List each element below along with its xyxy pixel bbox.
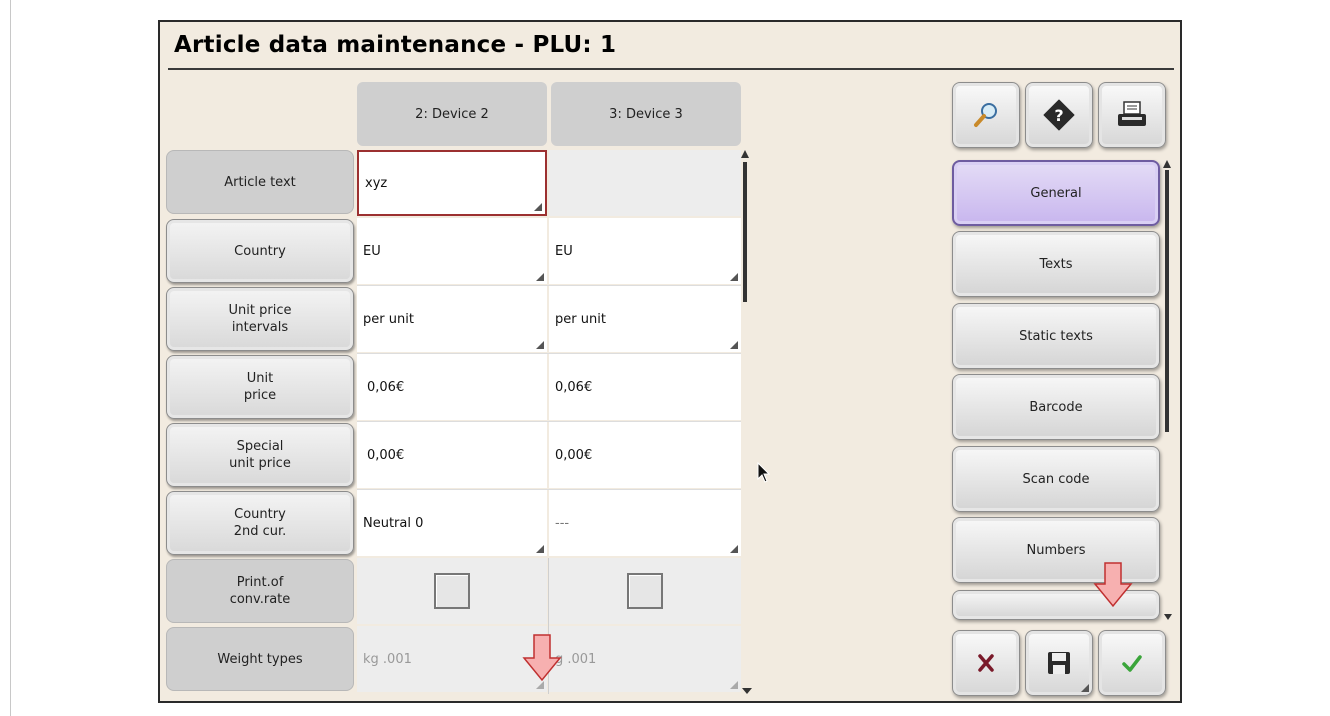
- column-header-device-3: 3: Device 3: [551, 82, 741, 146]
- row-separator: [357, 421, 741, 422]
- unit-price-input-device-3[interactable]: 0,06€: [549, 354, 741, 420]
- scroll-down-icon[interactable]: [742, 688, 752, 694]
- cell-value: xyz: [365, 175, 388, 191]
- country-select-device-2[interactable]: EU: [357, 218, 547, 284]
- weight-types-select-device-2[interactable]: kg .001: [357, 626, 547, 692]
- article-text-input-device-2[interactable]: xyz: [357, 150, 547, 216]
- cancel-icon: [978, 654, 994, 672]
- dropdown-corner-icon: [536, 545, 544, 553]
- row-separator: [357, 285, 741, 286]
- scroll-up-icon[interactable]: [741, 150, 749, 158]
- row-label-weight-types: Weight types: [166, 627, 354, 691]
- nav-static-texts[interactable]: Static texts: [952, 303, 1160, 369]
- help-button[interactable]: ?: [1025, 82, 1093, 148]
- scrollbar-thumb[interactable]: [743, 162, 747, 302]
- print-button[interactable]: [1098, 82, 1166, 148]
- title-divider: [168, 68, 1174, 70]
- row-label-article-text: Article text: [166, 150, 354, 214]
- cell-value: per unit: [363, 311, 414, 327]
- dropdown-corner-icon: [536, 273, 544, 281]
- row-separator: [357, 353, 741, 354]
- unit-price-intervals-select-device-2[interactable]: per unit: [357, 286, 547, 352]
- printer-icon: [1118, 101, 1146, 126]
- print-conv-rate-checkbox-device-3[interactable]: [627, 573, 663, 609]
- row-separator: [357, 489, 741, 490]
- print-conv-rate-cell-device-3: [549, 558, 741, 624]
- nav-barcode[interactable]: Barcode: [952, 374, 1160, 440]
- scroll-down-icon[interactable]: [1164, 614, 1172, 620]
- dropdown-corner-icon: [536, 341, 544, 349]
- dropdown-corner-icon: [730, 341, 738, 349]
- nav-scroll-hint-arrow-icon: [1093, 562, 1133, 608]
- row-label-print-conv-rate: Print.of conv.rate: [166, 559, 354, 623]
- grid-scrollbar[interactable]: [741, 150, 752, 696]
- row-label-country-2nd-currency[interactable]: Country 2nd cur.: [166, 491, 354, 555]
- cell-value: kg .001: [363, 651, 412, 667]
- special-unit-price-input-device-2[interactable]: 0,00€: [357, 422, 547, 488]
- nav-texts[interactable]: Texts: [952, 231, 1160, 297]
- search-icon: [974, 103, 997, 127]
- save-icon: [1048, 652, 1070, 674]
- print-conv-rate-checkbox-device-2[interactable]: [434, 573, 470, 609]
- country-2nd-cur-select-device-3[interactable]: ---: [549, 490, 741, 556]
- cell-value: 0,06€: [555, 379, 593, 395]
- nav-scrollbar[interactable]: [1163, 160, 1172, 622]
- dropdown-corner-icon: [534, 203, 542, 211]
- dropdown-corner-icon: [730, 681, 738, 689]
- cell-value: 0,06€: [367, 379, 405, 395]
- dropdown-corner-icon: [1081, 684, 1089, 692]
- row-label-country[interactable]: Country: [166, 219, 354, 283]
- row-label-special-unit-price[interactable]: Special unit price: [166, 423, 354, 487]
- cell-value: EU: [555, 243, 573, 259]
- search-button[interactable]: [952, 82, 1020, 148]
- dropdown-corner-icon: [536, 681, 544, 689]
- country-select-device-3[interactable]: EU: [549, 218, 741, 284]
- cell-value: EU: [363, 243, 381, 259]
- row-label-unit-price-intervals[interactable]: Unit price intervals: [166, 287, 354, 351]
- article-maintenance-window: Article data maintenance - PLU: 1 2: Dev…: [158, 20, 1182, 703]
- svg-text:?: ?: [1054, 106, 1063, 125]
- scrollbar-thumb[interactable]: [1165, 170, 1169, 432]
- column-header-device-2: 2: Device 2: [357, 82, 547, 146]
- cell-value: ---: [555, 515, 570, 531]
- dropdown-corner-icon: [730, 273, 738, 281]
- mouse-cursor-icon: [757, 462, 771, 483]
- country-2nd-cur-select-device-2[interactable]: Neutral 0: [357, 490, 547, 556]
- scroll-up-icon[interactable]: [1163, 160, 1171, 168]
- row-label-unit-price[interactable]: Unit price: [166, 355, 354, 419]
- save-button[interactable]: [1025, 630, 1093, 696]
- cell-value: Neutral 0: [363, 515, 424, 531]
- nav-scan-code[interactable]: Scan code: [952, 446, 1160, 512]
- print-conv-rate-cell-device-2: [357, 558, 547, 624]
- confirm-button[interactable]: [1098, 630, 1166, 696]
- cancel-button[interactable]: [952, 630, 1020, 696]
- help-icon: ?: [1043, 99, 1075, 131]
- cell-value: 0,00€: [367, 447, 405, 463]
- unit-price-intervals-select-device-3[interactable]: per unit: [549, 286, 741, 352]
- cell-value: 0,00€: [555, 447, 593, 463]
- scroll-hint-arrow-icon: [522, 634, 562, 682]
- confirm-icon: [1122, 655, 1142, 672]
- unit-price-input-device-2[interactable]: 0,06€: [357, 354, 547, 420]
- cell-value: per unit: [555, 311, 606, 327]
- special-unit-price-input-device-3[interactable]: 0,00€: [549, 422, 741, 488]
- window-title: Article data maintenance - PLU: 1: [174, 32, 617, 58]
- weight-types-select-device-3[interactable]: g .001: [549, 626, 741, 692]
- frame-edge: [10, 0, 11, 716]
- article-text-input-device-3[interactable]: [549, 150, 741, 216]
- nav-general[interactable]: General: [952, 160, 1160, 226]
- dropdown-corner-icon: [730, 545, 738, 553]
